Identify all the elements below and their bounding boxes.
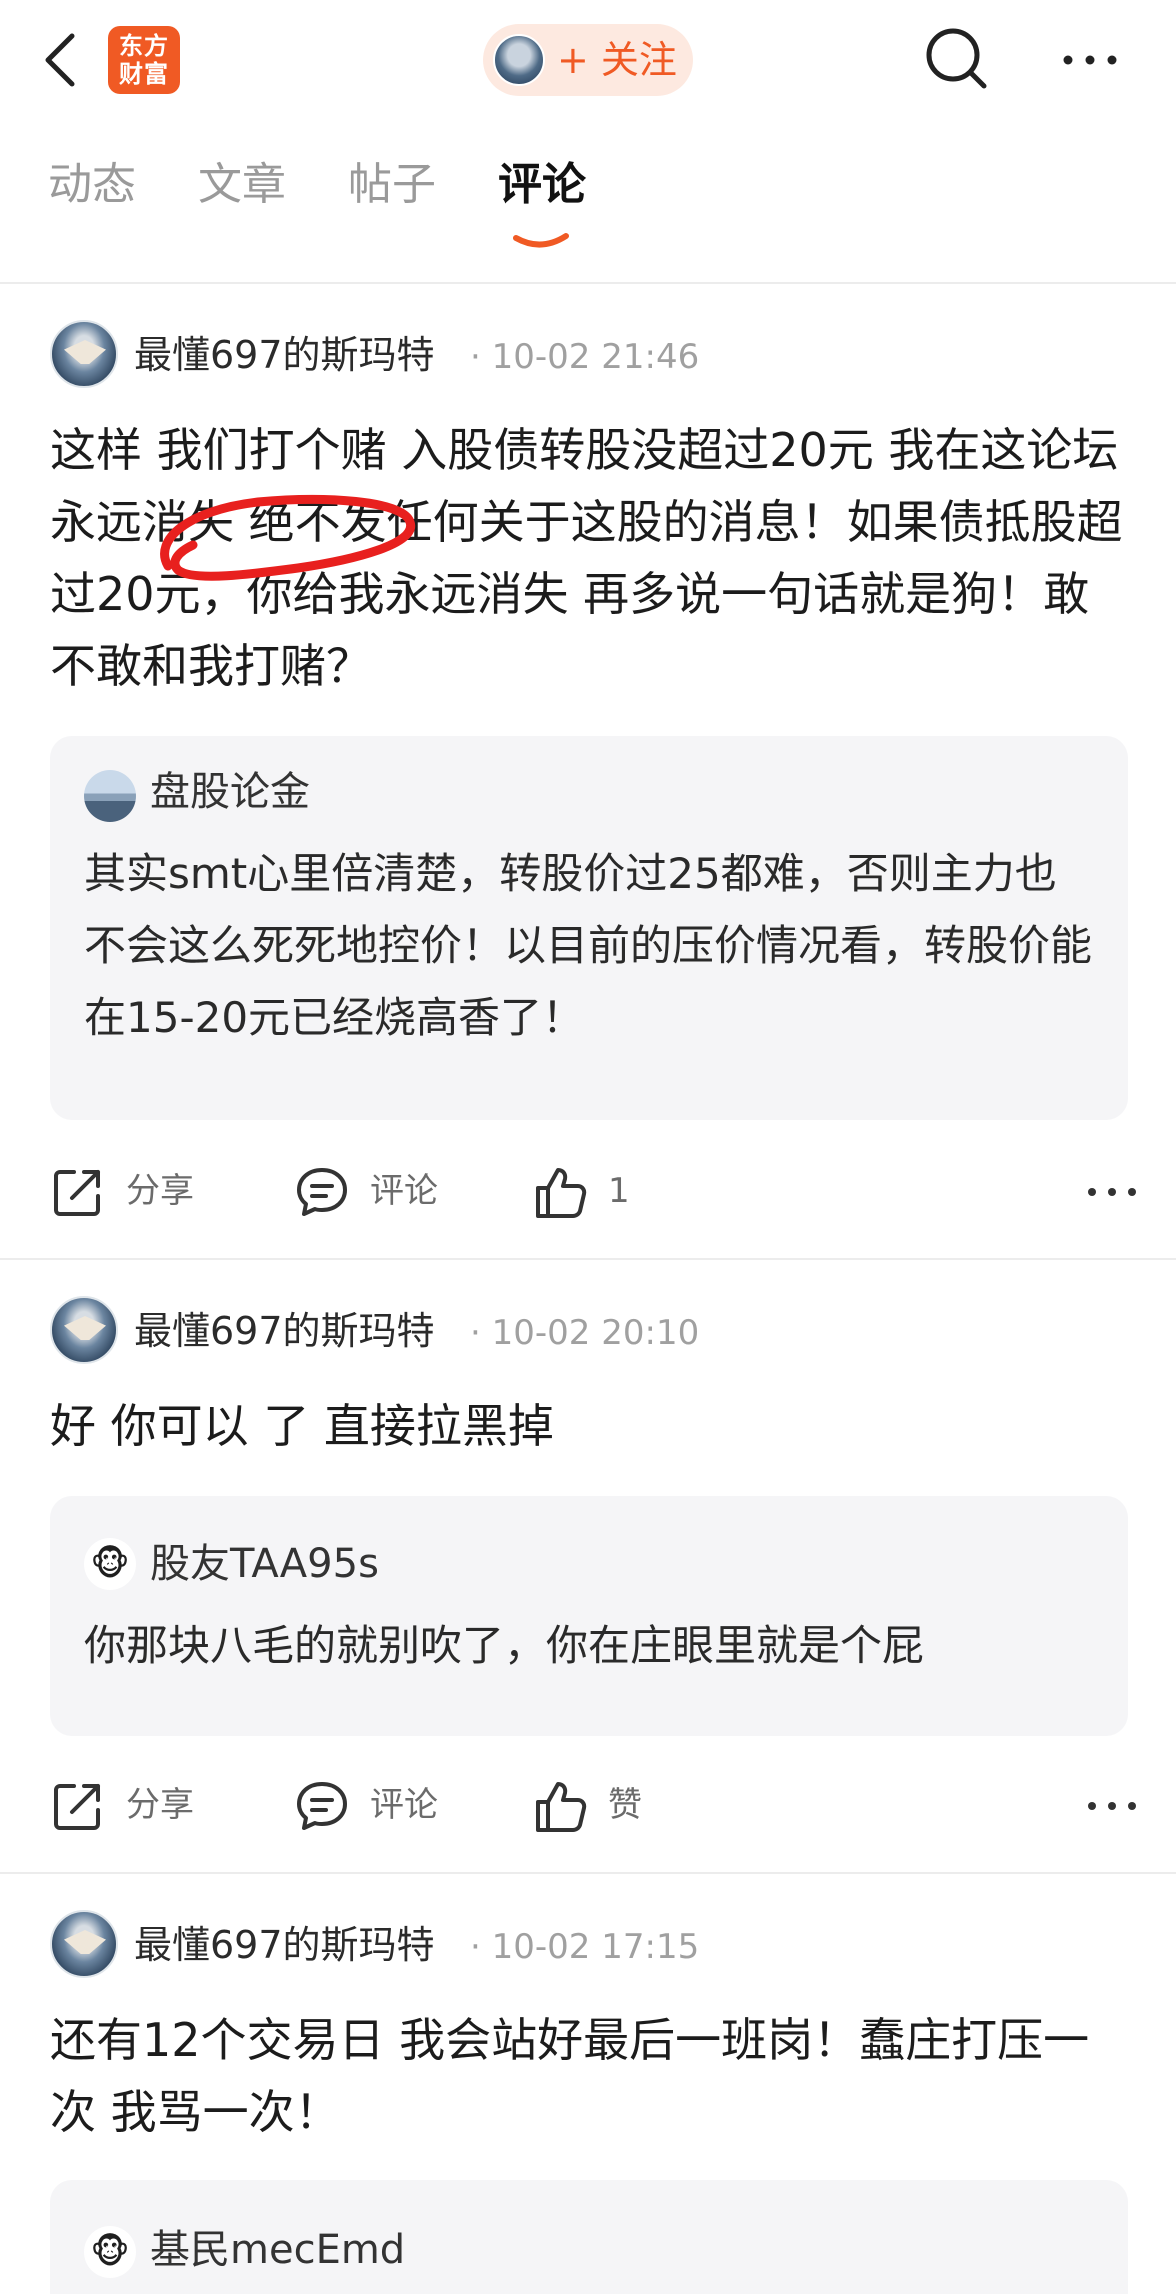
user-avatar	[493, 34, 545, 86]
author-row: 最懂697的斯玛特 · 10-02 17:15	[50, 1910, 1130, 1980]
more-icon[interactable]	[1084, 1172, 1140, 1212]
quoted-post[interactable]: 盘股论金 其实smt心里倍清楚，转股价过25都难，否则主力也不会这么死死地控价！…	[50, 736, 1128, 1120]
logo-line1: 东方	[119, 32, 169, 60]
quoted-author[interactable]: 基民mecEmd	[150, 2224, 405, 2276]
author-name[interactable]: 最懂697的斯玛特	[134, 332, 435, 378]
more-icon[interactable]	[1084, 1786, 1140, 1826]
avatar[interactable]	[50, 1296, 118, 1364]
post-body[interactable]: 还有12个交易日 我会站好最后一班岗！蠢庄打压一次 我骂一次！	[50, 2004, 1130, 2148]
follow-button[interactable]: + 关注	[483, 24, 693, 96]
author-name[interactable]: 最懂697的斯玛特	[134, 1308, 435, 1354]
post-time: · 10-02 20:10	[470, 1313, 700, 1353]
divider	[0, 282, 1176, 284]
divider	[0, 1872, 1176, 1874]
post-time: · 10-02 17:15	[470, 1927, 700, 1967]
share-icon	[54, 1784, 100, 1830]
more-icon[interactable]	[1060, 40, 1120, 80]
follow-label: + 关注	[557, 38, 677, 82]
avatar: 🐵	[84, 1538, 136, 1590]
app-logo[interactable]: 东方 财富	[108, 26, 180, 94]
back-arrow-icon[interactable]	[38, 28, 88, 92]
comment-button[interactable]: 评论	[294, 1770, 454, 1840]
like-label: 赞	[608, 1785, 642, 1825]
author-row: 最懂697的斯玛特 · 10-02 20:10	[50, 1296, 1130, 1366]
avatar	[84, 770, 136, 822]
quoted-text: 你那块八毛的就别吹了，你在庄眼里就是个屁	[84, 1621, 925, 1670]
tab-activity[interactable]: 动态	[48, 150, 136, 220]
action-bar: 分享 评论 赞	[50, 1770, 1140, 1840]
comment-button[interactable]: 评论	[294, 1156, 454, 1226]
comment-icon	[297, 1782, 347, 1830]
profile-tabs: 动态 文章 帖子 评论	[0, 150, 1176, 250]
author-name[interactable]: 最懂697的斯玛特	[134, 1922, 435, 1968]
quoted-author[interactable]: 股友TAA95s	[150, 1538, 379, 1590]
tab-active-indicator	[513, 233, 569, 248]
avatar[interactable]	[50, 1910, 118, 1978]
post-body[interactable]: 这样 我们打个赌 入股债转股没超过20元 我在这论坛永远消失 绝不发任何关于这股…	[50, 414, 1130, 702]
avatar: 🐵	[84, 2226, 136, 2278]
share-icon	[54, 1170, 100, 1216]
like-icon	[536, 1782, 587, 1832]
like-icon	[536, 1168, 587, 1218]
tab-comments[interactable]: 评论	[498, 150, 586, 220]
tab-articles[interactable]: 文章	[198, 150, 286, 220]
comment-icon	[297, 1168, 347, 1216]
share-label: 分享	[126, 1171, 194, 1211]
quoted-author[interactable]: 盘股论金	[150, 766, 310, 818]
share-button[interactable]: 分享	[50, 1770, 210, 1840]
like-button[interactable]: 赞	[532, 1770, 652, 1840]
author-row: 最懂697的斯玛特 · 10-02 21:46	[50, 320, 1130, 390]
quoted-post[interactable]: 🐵 基民mecEmd	[50, 2180, 1128, 2294]
like-count: 1	[608, 1171, 630, 1211]
post-body[interactable]: 好 你可以 了 直接拉黑掉	[50, 1390, 1130, 1462]
comment-label: 评论	[370, 1171, 438, 1211]
logo-line2: 财富	[119, 60, 169, 88]
top-bar: 东方 财富 + 关注	[0, 0, 1176, 120]
quoted-post[interactable]: 🐵 股友TAA95s 你那块八毛的就别吹了，你在庄眼里就是个屁	[50, 1496, 1128, 1736]
post-time: · 10-02 21:46	[470, 337, 700, 377]
action-bar: 分享 评论 1	[50, 1156, 1140, 1226]
avatar[interactable]	[50, 320, 118, 388]
search-icon[interactable]	[922, 24, 992, 94]
divider	[0, 1258, 1176, 1260]
share-label: 分享	[126, 1785, 194, 1825]
tab-posts[interactable]: 帖子	[348, 150, 436, 220]
quoted-text: 其实smt心里倍清楚，转股价过25都难，否则主力也不会这么死死地控价！以目前的压…	[84, 849, 1093, 1042]
share-button[interactable]: 分享	[50, 1156, 210, 1226]
comment-label: 评论	[370, 1785, 438, 1825]
like-button[interactable]: 1	[532, 1156, 652, 1226]
